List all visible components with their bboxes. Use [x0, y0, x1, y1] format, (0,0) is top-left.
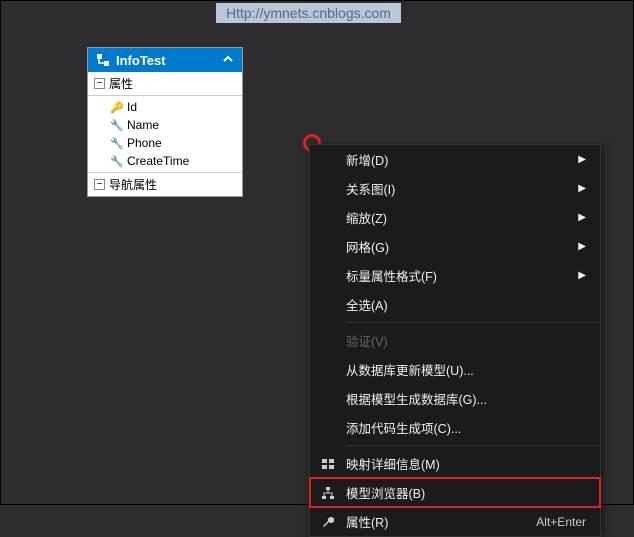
menu-item[interactable]: 模型浏览器(B) [310, 478, 600, 507]
menu-item-label: 缩放(Z) [346, 208, 570, 227]
entity-title: InfoTest [116, 53, 222, 68]
menu-item[interactable]: 标量属性格式(F) ▶ [310, 261, 600, 290]
property-label: CreateTime [127, 154, 189, 168]
menu-item[interactable]: 网格(G) ▶ [310, 232, 600, 261]
wrench-icon: 🔧 [110, 155, 122, 168]
chevron-right-icon: ▶ [578, 183, 586, 194]
chevron-right-icon: ▶ [578, 241, 586, 252]
property-label: Id [127, 100, 137, 114]
entity-header[interactable]: InfoTest [88, 48, 242, 72]
menu-item[interactable]: 添加代码生成项(C)... [310, 413, 600, 442]
context-menu: 新增(D) ▶ 关系图(I) ▶ 缩放(Z) ▶ 网格(G) ▶ 标量属性格式(F) ▶ 全选(A)… [309, 144, 601, 537]
collapse-icon[interactable] [222, 52, 234, 68]
minus-icon[interactable]: − [94, 78, 105, 89]
menu-item-label: 根据模型生成数据库(G)... [346, 389, 586, 408]
menu-item-label: 标量属性格式(F) [346, 266, 570, 285]
menu-item-label: 模型浏览器(B) [346, 483, 586, 502]
wrench-icon: 🔧 [110, 137, 122, 150]
property-item-createtime[interactable]: 🔧 CreateTime [88, 152, 242, 170]
menu-item-label: 网格(G) [346, 237, 570, 256]
property-label: Phone [127, 136, 162, 150]
property-item-phone[interactable]: 🔧 Phone [88, 134, 242, 152]
menu-item: 验证(V) [310, 326, 600, 355]
menu-item[interactable]: 全选(A) [310, 290, 600, 319]
menu-item-label: 从数据库更新模型(U)... [346, 360, 586, 379]
properties-section-header[interactable]: − 属性 [88, 72, 242, 96]
menu-item[interactable]: 属性(R)Alt+Enter [310, 507, 600, 536]
menu-item[interactable]: 缩放(Z) ▶ [310, 203, 600, 232]
menu-item-label: 全选(A) [346, 295, 586, 314]
menu-item[interactable]: 新增(D) ▶ [310, 145, 600, 174]
menu-item[interactable]: 映射详细信息(M) [310, 449, 600, 478]
menu-item-label: 新增(D) [346, 150, 570, 169]
menu-item-label: 映射详细信息(M) [346, 454, 586, 473]
entity-icon [96, 53, 110, 67]
menu-item[interactable]: 关系图(I) ▶ [310, 174, 600, 203]
entity-panel[interactable]: InfoTest − 属性 🔑 Id 🔧 Name 🔧 Phone 🔧 Crea… [87, 47, 243, 197]
navigation-section-label: 导航属性 [109, 176, 157, 193]
properties-section-label: 属性 [109, 75, 133, 92]
key-icon: 🔑 [110, 101, 122, 114]
menu-shortcut: Alt+Enter [536, 515, 586, 529]
chevron-right-icon: ▶ [578, 154, 586, 165]
menu-item-label: 关系图(I) [346, 179, 570, 198]
menu-item[interactable]: 从数据库更新模型(U)... [310, 355, 600, 384]
chevron-right-icon: ▶ [578, 270, 586, 281]
tree-icon [320, 486, 336, 500]
menu-item[interactable]: 根据模型生成数据库(G)... [310, 384, 600, 413]
property-item-id[interactable]: 🔑 Id [88, 98, 242, 116]
property-list: 🔑 Id 🔧 Name 🔧 Phone 🔧 CreateTime [88, 96, 242, 172]
navigation-section-header[interactable]: − 导航属性 [88, 172, 242, 196]
minus-icon[interactable]: − [94, 179, 105, 190]
wrench-icon [320, 515, 336, 529]
menu-item-label: 验证(V) [346, 331, 586, 350]
property-item-name[interactable]: 🔧 Name [88, 116, 242, 134]
menu-item-label: 添加代码生成项(C)... [346, 418, 586, 437]
chevron-right-icon: ▶ [578, 212, 586, 223]
menu-separator [346, 322, 600, 323]
menu-separator [346, 445, 600, 446]
wrench-icon: 🔧 [110, 119, 122, 132]
property-label: Name [127, 118, 159, 132]
map-icon [320, 457, 336, 471]
watermark: Http://ymnets.cnblogs.com [216, 3, 401, 23]
menu-item-label: 属性(R) [346, 512, 536, 531]
